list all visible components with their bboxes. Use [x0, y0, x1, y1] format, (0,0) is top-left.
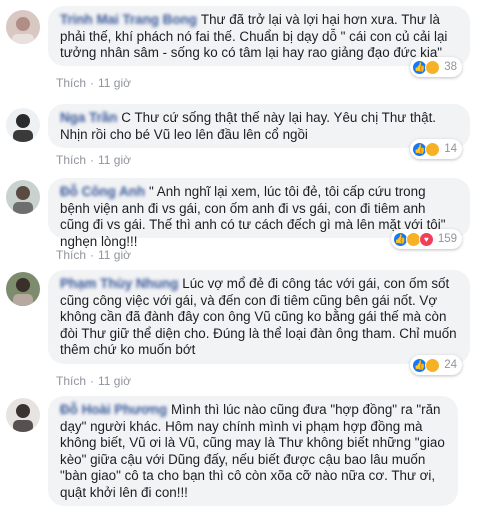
comment-author[interactable]: Đỗ Hoài Phương	[60, 402, 167, 417]
comment-author[interactable]: Đỗ Công Anh	[60, 184, 145, 199]
comment-bubble: Phạm Thùy Nhung Lúc vợ mổ đẻ đi công tác …	[48, 270, 470, 375]
reaction-summary[interactable]: 👍 24	[410, 355, 462, 375]
separator-dot: ·	[90, 76, 95, 90]
comment-bubble: Nga Trần C Thư cứ sống thật thế này lại h…	[48, 104, 470, 159]
comment-author[interactable]: Phạm Thùy Nhung	[60, 276, 178, 291]
like-button[interactable]: Thích	[56, 374, 86, 388]
comment-bubble: Đỗ Hoài Phương Mình thì lúc nào cũng đưa …	[48, 396, 458, 506]
avatar[interactable]	[6, 398, 40, 432]
avatar-image	[6, 398, 40, 432]
sad-reaction-icon	[425, 357, 441, 373]
avatar-image	[6, 180, 40, 214]
reaction-count: 38	[444, 60, 457, 73]
reaction-summary[interactable]: 👍 14	[410, 139, 462, 159]
comment-bubble: Đỗ Công Anh " Anh nghĩ lại xem, lúc tôi đ…	[48, 178, 470, 249]
separator-dot: ·	[90, 248, 95, 262]
comment-actions: Thích · 11 giờ	[56, 248, 131, 262]
comment-bubble: Trinh Mai Trang Bong Thư đã trở lại và lợ…	[48, 6, 470, 77]
separator-dot: ·	[90, 153, 95, 167]
avatar[interactable]	[6, 180, 40, 214]
like-button[interactable]: Thích	[56, 248, 86, 262]
haha-reaction-icon	[425, 141, 441, 157]
like-button[interactable]: Thích	[56, 76, 86, 90]
comment-time[interactable]: 11 giờ	[98, 374, 131, 388]
avatar[interactable]	[6, 272, 40, 306]
avatar[interactable]	[6, 108, 40, 142]
comment-time[interactable]: 11 giờ	[98, 153, 131, 167]
comment-actions: Thích · 11 giờ	[56, 374, 131, 388]
reaction-summary[interactable]: 👍 38	[410, 57, 462, 77]
reaction-count: 24	[444, 358, 457, 371]
comment-author[interactable]: Nga Trần	[60, 110, 117, 125]
comment-time[interactable]: 11 giờ	[98, 76, 131, 90]
comment-time[interactable]: 11 giờ	[98, 248, 131, 262]
reaction-summary[interactable]: 👍 ♥ 159	[390, 229, 462, 249]
reaction-count: 159	[437, 232, 457, 245]
like-button[interactable]: Thích	[56, 153, 86, 167]
avatar-image	[6, 272, 40, 306]
comment-actions: Thích · 11 giờ	[56, 76, 131, 90]
heart-reaction-icon: ♥	[418, 231, 434, 247]
comment-actions: Thích · 11 giờ	[56, 153, 131, 167]
separator-dot: ·	[90, 374, 95, 388]
avatar[interactable]	[6, 10, 40, 44]
comment-author[interactable]: Trinh Mai Trang Bong	[60, 12, 197, 27]
reaction-count: 14	[444, 142, 457, 155]
avatar-image	[6, 10, 40, 44]
haha-reaction-icon	[425, 59, 441, 75]
avatar-image	[6, 108, 40, 142]
